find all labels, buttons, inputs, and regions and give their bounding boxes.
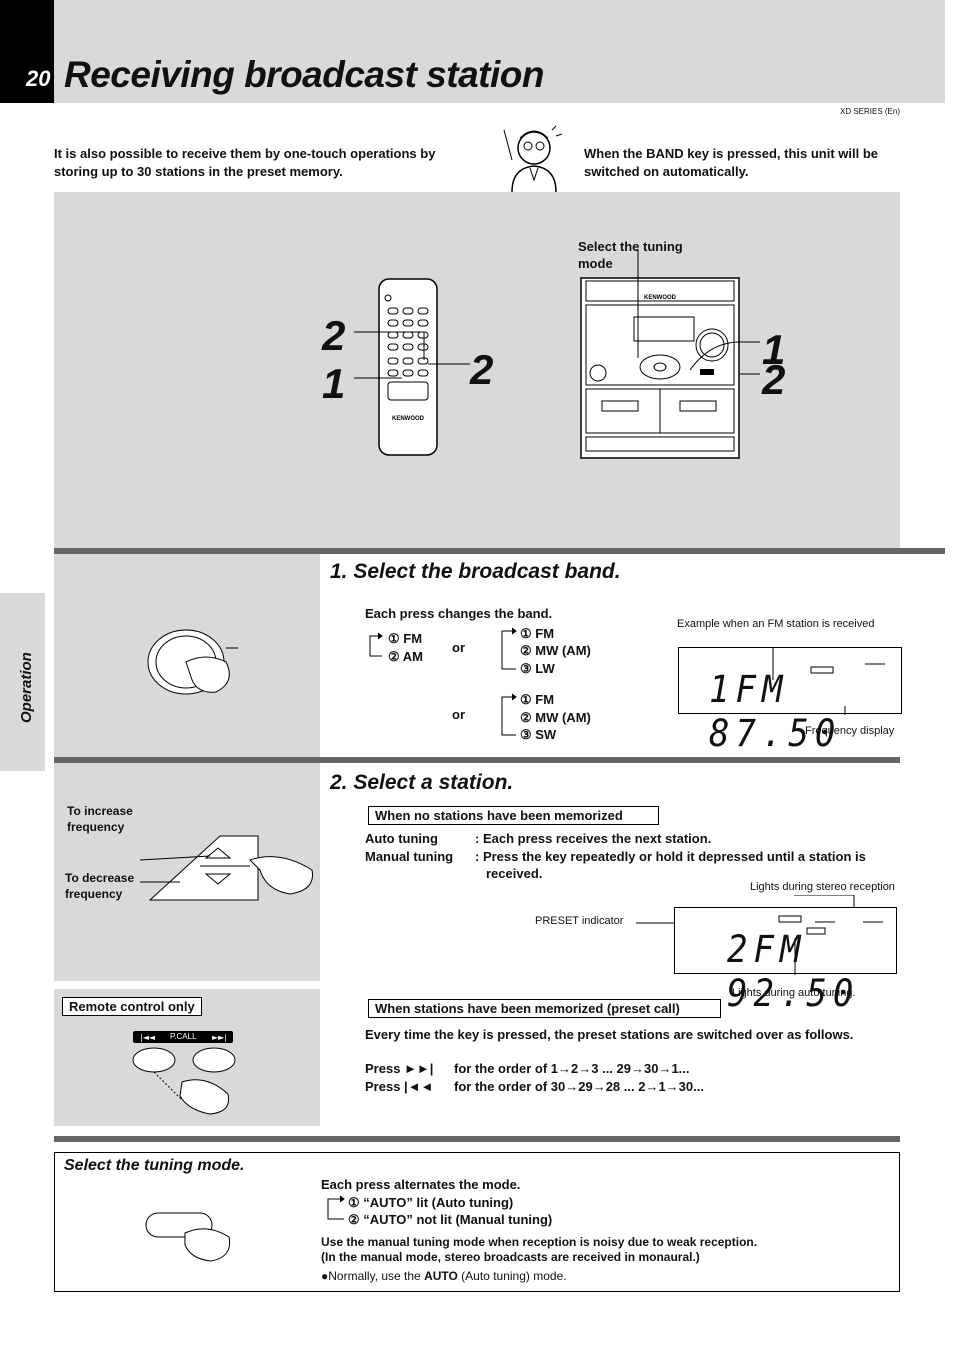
unit-callout-lines: [637, 250, 760, 375]
remote-only-label: Remote control only: [62, 997, 202, 1016]
tm-note-2: (In the manual mode, stereo broadcasts a…: [321, 1250, 700, 1264]
seq-a-2: ② AM: [388, 649, 424, 664]
or-1: or: [452, 640, 465, 655]
step1-each-press: Each press changes the band.: [365, 606, 553, 621]
seq-c-3: ③ SW: [520, 727, 557, 742]
page-number: 20: [26, 66, 51, 91]
preset-display-example: 2FM 92.50: [674, 907, 897, 1016]
press-forward: Press ►►|: [365, 1061, 434, 1076]
seq-b-2: ② MW (AM): [520, 643, 591, 658]
side-tab-label: Operation: [18, 652, 35, 723]
pcall-buttons-illustration: |◄◄ ►►| P.CALL: [132, 1030, 236, 1120]
press-forward-desc: for the order of 1→2→3 ... 29→30→1...: [454, 1061, 690, 1076]
tuning-mode-title: Select the tuning mode.: [64, 1157, 245, 1174]
intro-left: It is also possible to receive them by o…: [54, 146, 436, 179]
seq-b-bracket: [501, 627, 517, 670]
page-title: Receiving broadcast station: [64, 54, 544, 95]
manual-tuning-desc: : Press the key repeatedly or hold it de…: [475, 849, 866, 881]
callout-2-unit: 2: [762, 356, 786, 403]
manual-tuning-label: Manual tuning: [365, 849, 454, 864]
seq-a-1: ① FM: [388, 631, 423, 646]
display-readout-2: 2FM 92.50: [727, 928, 860, 1016]
no-memo-label: When no stations have been memorized: [368, 806, 659, 825]
tm-note-1: Use the manual tuning mode when receptio…: [321, 1235, 758, 1249]
tm-each-press: Each press alternates the mode.: [321, 1177, 521, 1192]
example-label: Example when an FM station is received: [677, 618, 875, 630]
seq-c-bracket: [501, 693, 517, 736]
auto-tuning-label: Auto tuning: [365, 831, 438, 846]
svg-text:►►|: ►►|: [212, 1033, 227, 1042]
tuning-key-illustration: [139, 830, 320, 910]
display-readout: 1FM 87.50: [709, 668, 842, 756]
auto-tuning-desc: : Each press receives the next station.: [475, 831, 712, 846]
fm-display-example: 1FM 87.50: [678, 647, 902, 756]
seq-b-1: ① FM: [520, 626, 555, 641]
press-back: Press |◄◄: [365, 1079, 434, 1094]
intro-right: When the BAND key is pressed, this unit …: [584, 146, 878, 179]
section-rule-3: [54, 1136, 900, 1142]
auto-label: Lights during auto tuning.: [732, 987, 856, 999]
seq-b-3: ③ LW: [520, 661, 555, 676]
remote-brand: KENWOOD: [392, 416, 425, 422]
step1-title: 1. Select the broadcast band.: [330, 560, 621, 583]
svg-text:|◄◄: |◄◄: [140, 1033, 156, 1042]
seq-c-2: ② MW (AM): [520, 710, 591, 725]
auto-button-press-illustration: [145, 1205, 235, 1265]
memo-label: When stations have been memorized (prese…: [368, 999, 721, 1018]
freq-display-label: Frequency display: [805, 725, 895, 737]
pcall-label: P.CALL: [170, 1032, 197, 1041]
tm-option-1: ① “AUTO” lit (Auto tuning): [348, 1195, 514, 1210]
tm-bracket: [327, 1195, 345, 1220]
step2-title: 2. Select a station.: [330, 771, 514, 794]
stereo-label: Lights during stereo reception: [750, 881, 895, 893]
tm-option-2: ② “AUTO” not lit (Manual tuning): [348, 1212, 553, 1227]
series-label: XD SERIES (En): [839, 107, 900, 116]
remote-callout-lines: [354, 331, 470, 379]
band-button-press-illustration: [146, 622, 246, 702]
press-back-desc: for the order of 30→29→28 ... 2→1→30...: [454, 1079, 704, 1094]
page-number-block: 20: [0, 0, 54, 103]
professor-illustration: [490, 120, 570, 193]
seq-c-1: ① FM: [520, 692, 555, 707]
tm-normally: ●Normally, use the AUTO (Auto tuning) mo…: [321, 1269, 567, 1283]
every-time-text: Every time the key is pressed, the prese…: [365, 1027, 854, 1042]
or-2: or: [452, 707, 465, 722]
side-tab: Operation: [0, 593, 45, 771]
preset-indicator-label: PRESET indicator: [535, 915, 624, 927]
seq-a-bracket: [369, 632, 383, 657]
